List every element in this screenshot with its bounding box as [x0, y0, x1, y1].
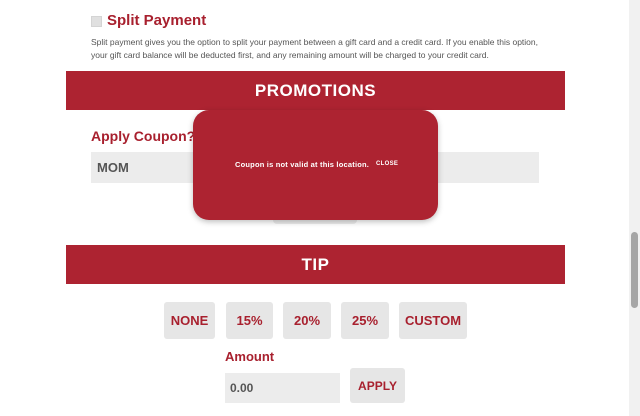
tip-custom-button[interactable]: CUSTOM: [399, 302, 467, 339]
split-payment-description: Split payment gives you the option to sp…: [91, 37, 538, 60]
tip-20-button[interactable]: 20%: [283, 302, 331, 339]
amount-input[interactable]: [225, 373, 340, 403]
tip-15-button[interactable]: 15%: [226, 302, 273, 339]
tip-none-button[interactable]: NONE: [164, 302, 215, 339]
tip-banner: TIP: [66, 245, 565, 284]
split-payment-checkbox[interactable]: [91, 16, 102, 27]
coupon-label: Apply Coupon?: [91, 128, 196, 144]
tip-25-button[interactable]: 25%: [341, 302, 389, 339]
amount-label: Amount: [225, 349, 275, 364]
modal-close-button[interactable]: CLOSE: [376, 161, 398, 167]
promotions-banner: PROMOTIONS: [66, 71, 565, 110]
modal-message: Coupon is not valid at this location.: [235, 160, 370, 169]
coupon-error-modal: Coupon is not valid at this location. CL…: [193, 110, 438, 220]
split-payment-title: Split Payment: [107, 12, 207, 29]
scrollbar-thumb[interactable]: [631, 232, 638, 308]
apply-tip-button[interactable]: APPLY: [350, 368, 405, 403]
checkout-page: Split Payment Split payment gives you th…: [0, 0, 640, 416]
scrollbar-track[interactable]: [629, 0, 640, 416]
